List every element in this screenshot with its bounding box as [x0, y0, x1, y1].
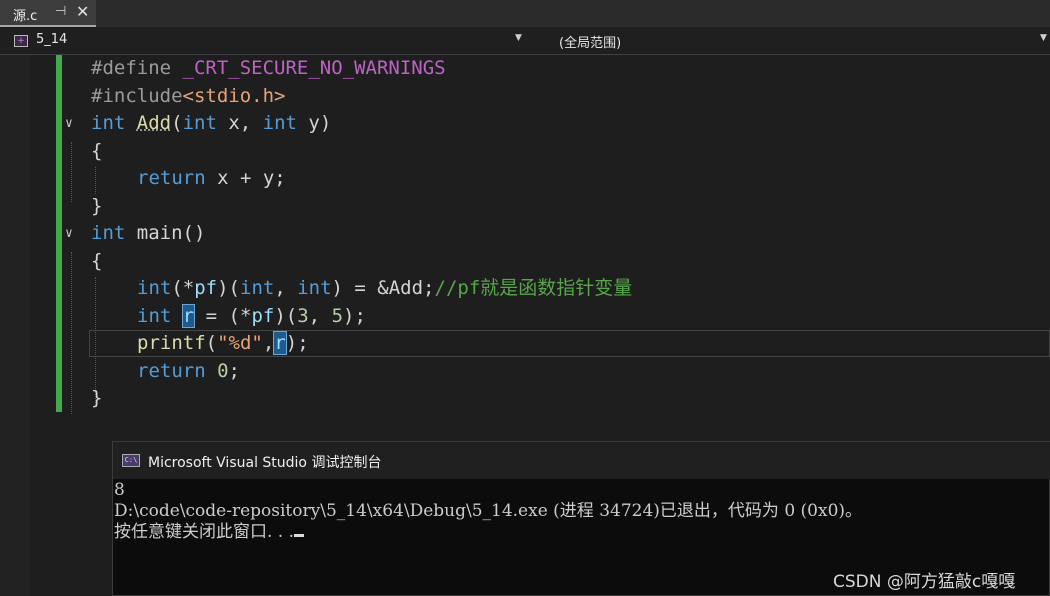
code-token: pf: [251, 305, 275, 327]
indent-guide: [95, 167, 96, 194]
code-token: int: [297, 277, 332, 299]
console-title-bar[interactable]: C:\ Microsoft Visual Studio 调试控制台: [113, 442, 1050, 479]
console-cursor: [294, 534, 305, 537]
fold-guide: [71, 142, 72, 202]
code-token: #define: [91, 57, 183, 79]
code-line-6: }: [91, 195, 103, 217]
console-output: 8 D:\code\code-repository\5_14\x64\Debug\…: [114, 480, 862, 543]
code-token: return: [137, 360, 206, 382]
tab-filename: 源.c: [13, 9, 38, 24]
code-token: r: [181, 304, 196, 328]
code-token: = (*: [194, 305, 252, 327]
code-token: int: [182, 112, 217, 134]
code-token: )(: [217, 277, 240, 299]
code-line-8: {: [91, 250, 103, 272]
project-scope-label: 5_14: [36, 32, 68, 47]
code-token: 0: [217, 360, 229, 382]
console-line: 按任意键关闭此窗口. . .: [114, 522, 862, 543]
code-token: x,: [216, 112, 263, 134]
code-token: <stdio.h>: [182, 85, 286, 107]
code-token: ) = &Add;: [331, 277, 435, 299]
code-token: printf: [137, 332, 206, 354]
code-token: pf: [194, 277, 218, 299]
code-line-11: printf("%d",r);: [137, 330, 309, 357]
code-line-9: int(*pf)(int, int) = &Add;//pf就是函数指针变量: [137, 275, 632, 302]
code-token: return: [137, 167, 206, 189]
code-token: "%d": [217, 332, 263, 354]
code-token: ,: [274, 277, 298, 299]
code-editor[interactable]: ∨ ∨ #define _CRT_SECURE_NO_WARNINGS #inc…: [0, 55, 1050, 425]
code-token: #include: [91, 85, 183, 107]
code-token: int: [91, 222, 126, 244]
tab-bar: 源.c ⊣ ✕: [0, 0, 1050, 27]
code-token: int: [91, 112, 126, 134]
code-token: ,: [308, 305, 332, 327]
code-token: int: [137, 305, 172, 327]
code-token: int: [240, 277, 275, 299]
code-token: main(): [125, 222, 206, 244]
chevron-down-icon[interactable]: ▼: [1040, 33, 1047, 43]
chevron-down-icon[interactable]: ▼: [515, 33, 522, 43]
code-token: (: [171, 112, 183, 134]
code-token: )(: [274, 305, 298, 327]
code-token: Add: [136, 112, 172, 134]
watermark: CSDN @阿方猛敲c嘎嘎: [833, 572, 1016, 592]
fold-toggle-icon[interactable]: ∨: [65, 220, 73, 247]
code-line-2: #include<stdio.h>: [91, 83, 285, 110]
global-scope-dropdown[interactable]: (全局范围) ▼: [538, 30, 1050, 51]
code-token: 5: [331, 305, 344, 327]
console-line-text: 按任意键关闭此窗口. . .: [114, 522, 295, 542]
code-token: int: [262, 112, 297, 134]
code-comment: //pf就是函数指针变量: [434, 277, 633, 299]
code-line-4: {: [91, 140, 103, 162]
code-token: 3: [297, 305, 309, 327]
code-line-7: int main(): [91, 220, 205, 247]
code-token: int: [137, 277, 172, 299]
code-line-13: }: [91, 387, 103, 409]
fold-toggle-icon[interactable]: ∨: [65, 110, 73, 137]
console-title: Microsoft Visual Studio 调试控制台: [148, 455, 382, 471]
code-line-10: int r = (*pf)(3, 5);: [137, 303, 366, 330]
console-line: 8: [114, 480, 125, 500]
code-token: (*: [171, 277, 195, 299]
code-token: );: [285, 332, 309, 354]
code-line-5: return x + y;: [137, 165, 286, 192]
code-token: ,: [262, 332, 275, 354]
code-line-3: int Add(int x, int y): [91, 110, 331, 137]
code-token: );: [343, 305, 366, 327]
close-icon[interactable]: ✕: [76, 2, 89, 21]
navigation-bar: + 5_14 ▼ (全局范围) ▼: [0, 27, 1050, 55]
project-scope-dropdown[interactable]: + 5_14 ▼: [7, 30, 531, 51]
tab-source-file[interactable]: 源.c ⊣ ✕: [0, 0, 96, 27]
code-token: r: [273, 331, 287, 355]
fold-guide: [71, 252, 72, 414]
code-token: _CRT_SECURE_NO_WARNINGS: [182, 57, 446, 79]
code-token: ;: [228, 360, 240, 382]
pin-icon[interactable]: ⊣: [55, 4, 66, 19]
global-scope-label: (全局范围): [559, 36, 622, 51]
code-token: y): [296, 112, 332, 134]
code-token: x + y;: [205, 167, 286, 189]
code-line-12: return 0;: [137, 358, 240, 385]
code-token: (: [205, 332, 218, 354]
code-line-1: #define _CRT_SECURE_NO_WARNINGS: [91, 55, 446, 82]
console-app-icon: C:\: [122, 454, 140, 467]
project-icon: +: [14, 35, 28, 47]
console-line: D:\code\code-repository\5_14\x64\Debug\5…: [114, 501, 863, 521]
